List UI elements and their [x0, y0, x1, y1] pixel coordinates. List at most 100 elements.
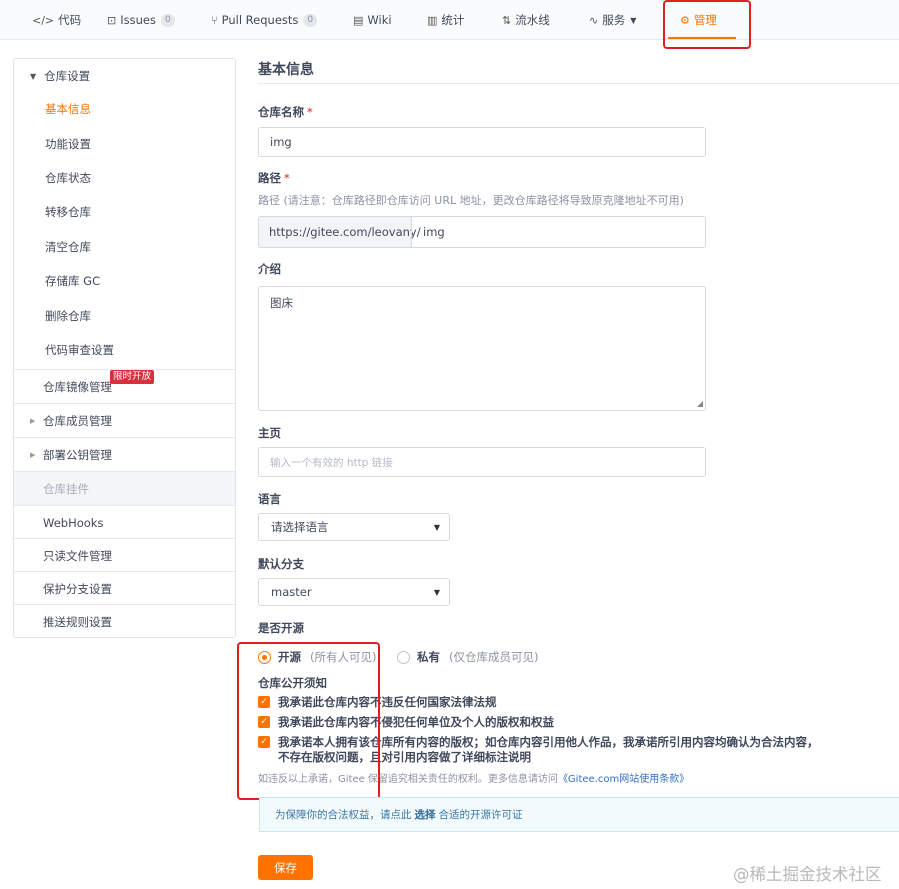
- sidebar-item-label: 推送规则设置: [43, 614, 112, 629]
- issues-icon: ⊡: [107, 13, 117, 27]
- required-mark: *: [307, 105, 313, 119]
- branch-select[interactable]: master ▼: [258, 578, 450, 606]
- intro-label: 介绍: [258, 262, 281, 276]
- sidebar-item-clear-repo[interactable]: 清空仓库: [45, 239, 91, 255]
- checkbox-copyright[interactable]: ✓ 我承诺此仓库内容不侵犯任何单位及个人的版权和权益: [258, 715, 554, 730]
- manage-icon: ⚙: [680, 13, 690, 27]
- path-input[interactable]: img: [411, 216, 706, 248]
- sidebar-item-label: 仓库镜像管理: [43, 379, 112, 394]
- sidebar-item-mirror[interactable]: 仓库镜像管理 限时开放: [14, 369, 235, 403]
- radio-label: 开源: [278, 650, 301, 664]
- sidebar-item-webhooks[interactable]: WebHooks: [14, 505, 235, 539]
- resize-handle-icon[interactable]: ◢: [697, 399, 703, 408]
- required-mark: *: [284, 171, 290, 185]
- sidebar-item-members[interactable]: ▶ 仓库成员管理: [14, 403, 235, 437]
- path-label: 路径 *: [258, 171, 290, 185]
- settings-sidebar: ▼ 仓库设置 基本信息 功能设置 仓库状态 转移仓库 清空仓库 存储库 GC 删…: [13, 58, 236, 638]
- page-title: 基本信息: [258, 62, 314, 78]
- checkbox-label-line2: 不存在版权问题，且对引用内容做了详细标注说明: [278, 750, 531, 764]
- branch-value: master: [271, 585, 312, 599]
- terms-link[interactable]: 《Gitee.com网站使用条款》: [558, 774, 689, 785]
- tab-pipeline[interactable]: ⇅ 流水线: [502, 0, 550, 40]
- sidebar-item-label: 仓库成员管理: [43, 413, 112, 428]
- dropdown-arrow-icon: ▼: [433, 522, 440, 532]
- branch-label: 默认分支: [258, 557, 304, 571]
- homepage-input[interactable]: 输入一个有效的 http 链接: [258, 447, 706, 477]
- checkbox-checked-icon[interactable]: ✓: [258, 696, 270, 708]
- radio-open-source[interactable]: 开源 (所有人可见): [258, 649, 376, 665]
- sidebar-item-code-review[interactable]: 代码审查设置: [45, 342, 114, 358]
- tab-label: 服务: [602, 13, 626, 27]
- path-hint: 路径 (请注意：仓库路径即仓库访问 URL 地址，更改仓库路径将导致原克隆地址不…: [258, 194, 684, 207]
- checkbox-law[interactable]: ✓ 我承诺此仓库内容不违反任何国家法律法规: [258, 695, 497, 710]
- sidebar-group-title: 仓库设置: [44, 69, 91, 83]
- tab-label: Issues: [120, 13, 156, 27]
- sidebar-item-repo-status[interactable]: 仓库状态: [45, 170, 91, 186]
- tab-code[interactable]: </> 代码: [32, 0, 81, 40]
- tab-pull-requests[interactable]: ⑂ Pull Requests 0: [211, 0, 318, 40]
- caret-down-icon: ▼: [30, 71, 37, 81]
- service-icon: ∿: [589, 13, 599, 27]
- tab-service[interactable]: ∿ 服务 ▼: [589, 0, 636, 40]
- tab-stats[interactable]: ▥ 统计: [427, 0, 464, 40]
- watermark: @稀土掘金技术社区: [733, 865, 882, 884]
- radio-unchecked-icon[interactable]: [397, 650, 410, 664]
- tab-issues[interactable]: ⊡ Issues 0: [107, 0, 175, 40]
- checkbox-checked-icon[interactable]: ✓: [258, 716, 270, 728]
- tab-label: Pull Requests: [221, 13, 299, 27]
- sidebar-item-readonly-files[interactable]: 只读文件管理: [14, 538, 235, 572]
- caret-right-icon: ▶: [30, 450, 36, 459]
- disclaimer-text: 如违反以上承诺，Gitee 保留追究相关责任的权利。更多信息请访问《Gitee.…: [258, 774, 690, 785]
- checkbox-label: 我承诺此仓库内容不违反任何国家法律法规: [278, 695, 497, 709]
- dropdown-arrow-icon: ▼: [433, 587, 440, 597]
- sidebar-group-repo-settings[interactable]: ▼ 仓库设置: [14, 65, 235, 87]
- chevron-down-icon: ▼: [630, 15, 637, 25]
- limited-badge: 限时开放: [110, 370, 155, 384]
- sidebar-item-deploy-keys[interactable]: ▶ 部署公钥管理: [14, 437, 235, 471]
- sidebar-item-label: 部署公钥管理: [43, 447, 112, 462]
- sidebar-item-feature-settings[interactable]: 功能设置: [45, 136, 91, 152]
- sidebar-item-label: 保护分支设置: [43, 581, 112, 596]
- checkbox-label: 我承诺此仓库内容不侵犯任何单位及个人的版权和权益: [278, 715, 554, 729]
- sidebar-item-protected-branches[interactable]: 保护分支设置: [14, 571, 235, 605]
- checkbox-ownership[interactable]: ✓ 我承诺本人拥有该仓库所有内容的版权；如仓库内容引用他人作品，我承诺所引用内容…: [258, 735, 819, 765]
- language-select[interactable]: 请选择语言 ▼: [258, 513, 450, 541]
- radio-note: (所有人可见): [310, 650, 377, 664]
- sidebar-item-label: WebHooks: [43, 515, 104, 530]
- caret-right-icon: ▶: [30, 416, 36, 425]
- sidebar-item-label: 仓库挂件: [43, 481, 89, 496]
- notice-title: 仓库公开须知: [258, 676, 327, 690]
- sidebar-item-label: 只读文件管理: [43, 548, 112, 563]
- intro-textarea[interactable]: 图床 ◢: [258, 286, 706, 411]
- save-button[interactable]: 保存: [258, 855, 313, 880]
- sidebar-item-repo-gc[interactable]: 存储库 GC: [45, 273, 100, 289]
- tab-label: Wiki: [367, 13, 392, 27]
- active-tab-indicator: [668, 37, 736, 39]
- code-icon: </>: [32, 13, 55, 27]
- top-nav: </> 代码 ⊡ Issues 0 ⑂ Pull Requests 0 ▤ Wi…: [0, 0, 899, 40]
- language-label: 语言: [258, 492, 281, 506]
- radio-private[interactable]: 私有 (仅仓库成员可见): [397, 649, 538, 665]
- checkbox-label-line1: 我承诺本人拥有该仓库所有内容的版权；如仓库内容引用他人作品，我承诺所引用内容均确…: [278, 735, 819, 749]
- intro-text: 图床: [270, 296, 293, 310]
- tab-wiki[interactable]: ▤ Wiki: [353, 0, 392, 40]
- tab-manage[interactable]: ⚙ 管理: [680, 0, 717, 40]
- open-source-label: 是否开源: [258, 621, 304, 635]
- path-prefix: https://gitee.com/leovany/: [258, 216, 421, 248]
- checkbox-checked-icon[interactable]: ✓: [258, 736, 270, 748]
- sidebar-item-widgets: 仓库挂件: [14, 471, 235, 505]
- sidebar-item-transfer-repo[interactable]: 转移仓库: [45, 204, 91, 220]
- sidebar-item-delete-repo[interactable]: 删除仓库: [45, 308, 91, 324]
- choose-license-link[interactable]: 选择: [415, 807, 436, 822]
- tab-label: 代码: [58, 13, 82, 27]
- wiki-icon: ▤: [353, 13, 364, 27]
- repo-name-input[interactable]: img: [258, 127, 706, 157]
- sidebar-item-push-rules[interactable]: 推送规则设置: [14, 604, 235, 638]
- repo-name-label: 仓库名称 *: [258, 105, 313, 119]
- pull-request-icon: ⑂: [211, 13, 218, 27]
- sidebar-item-basic-info[interactable]: 基本信息: [45, 101, 91, 117]
- radio-note: (仅仓库成员可见): [449, 650, 539, 664]
- homepage-label: 主页: [258, 426, 281, 440]
- radio-checked-icon[interactable]: [258, 650, 271, 664]
- radio-label: 私有: [417, 650, 440, 664]
